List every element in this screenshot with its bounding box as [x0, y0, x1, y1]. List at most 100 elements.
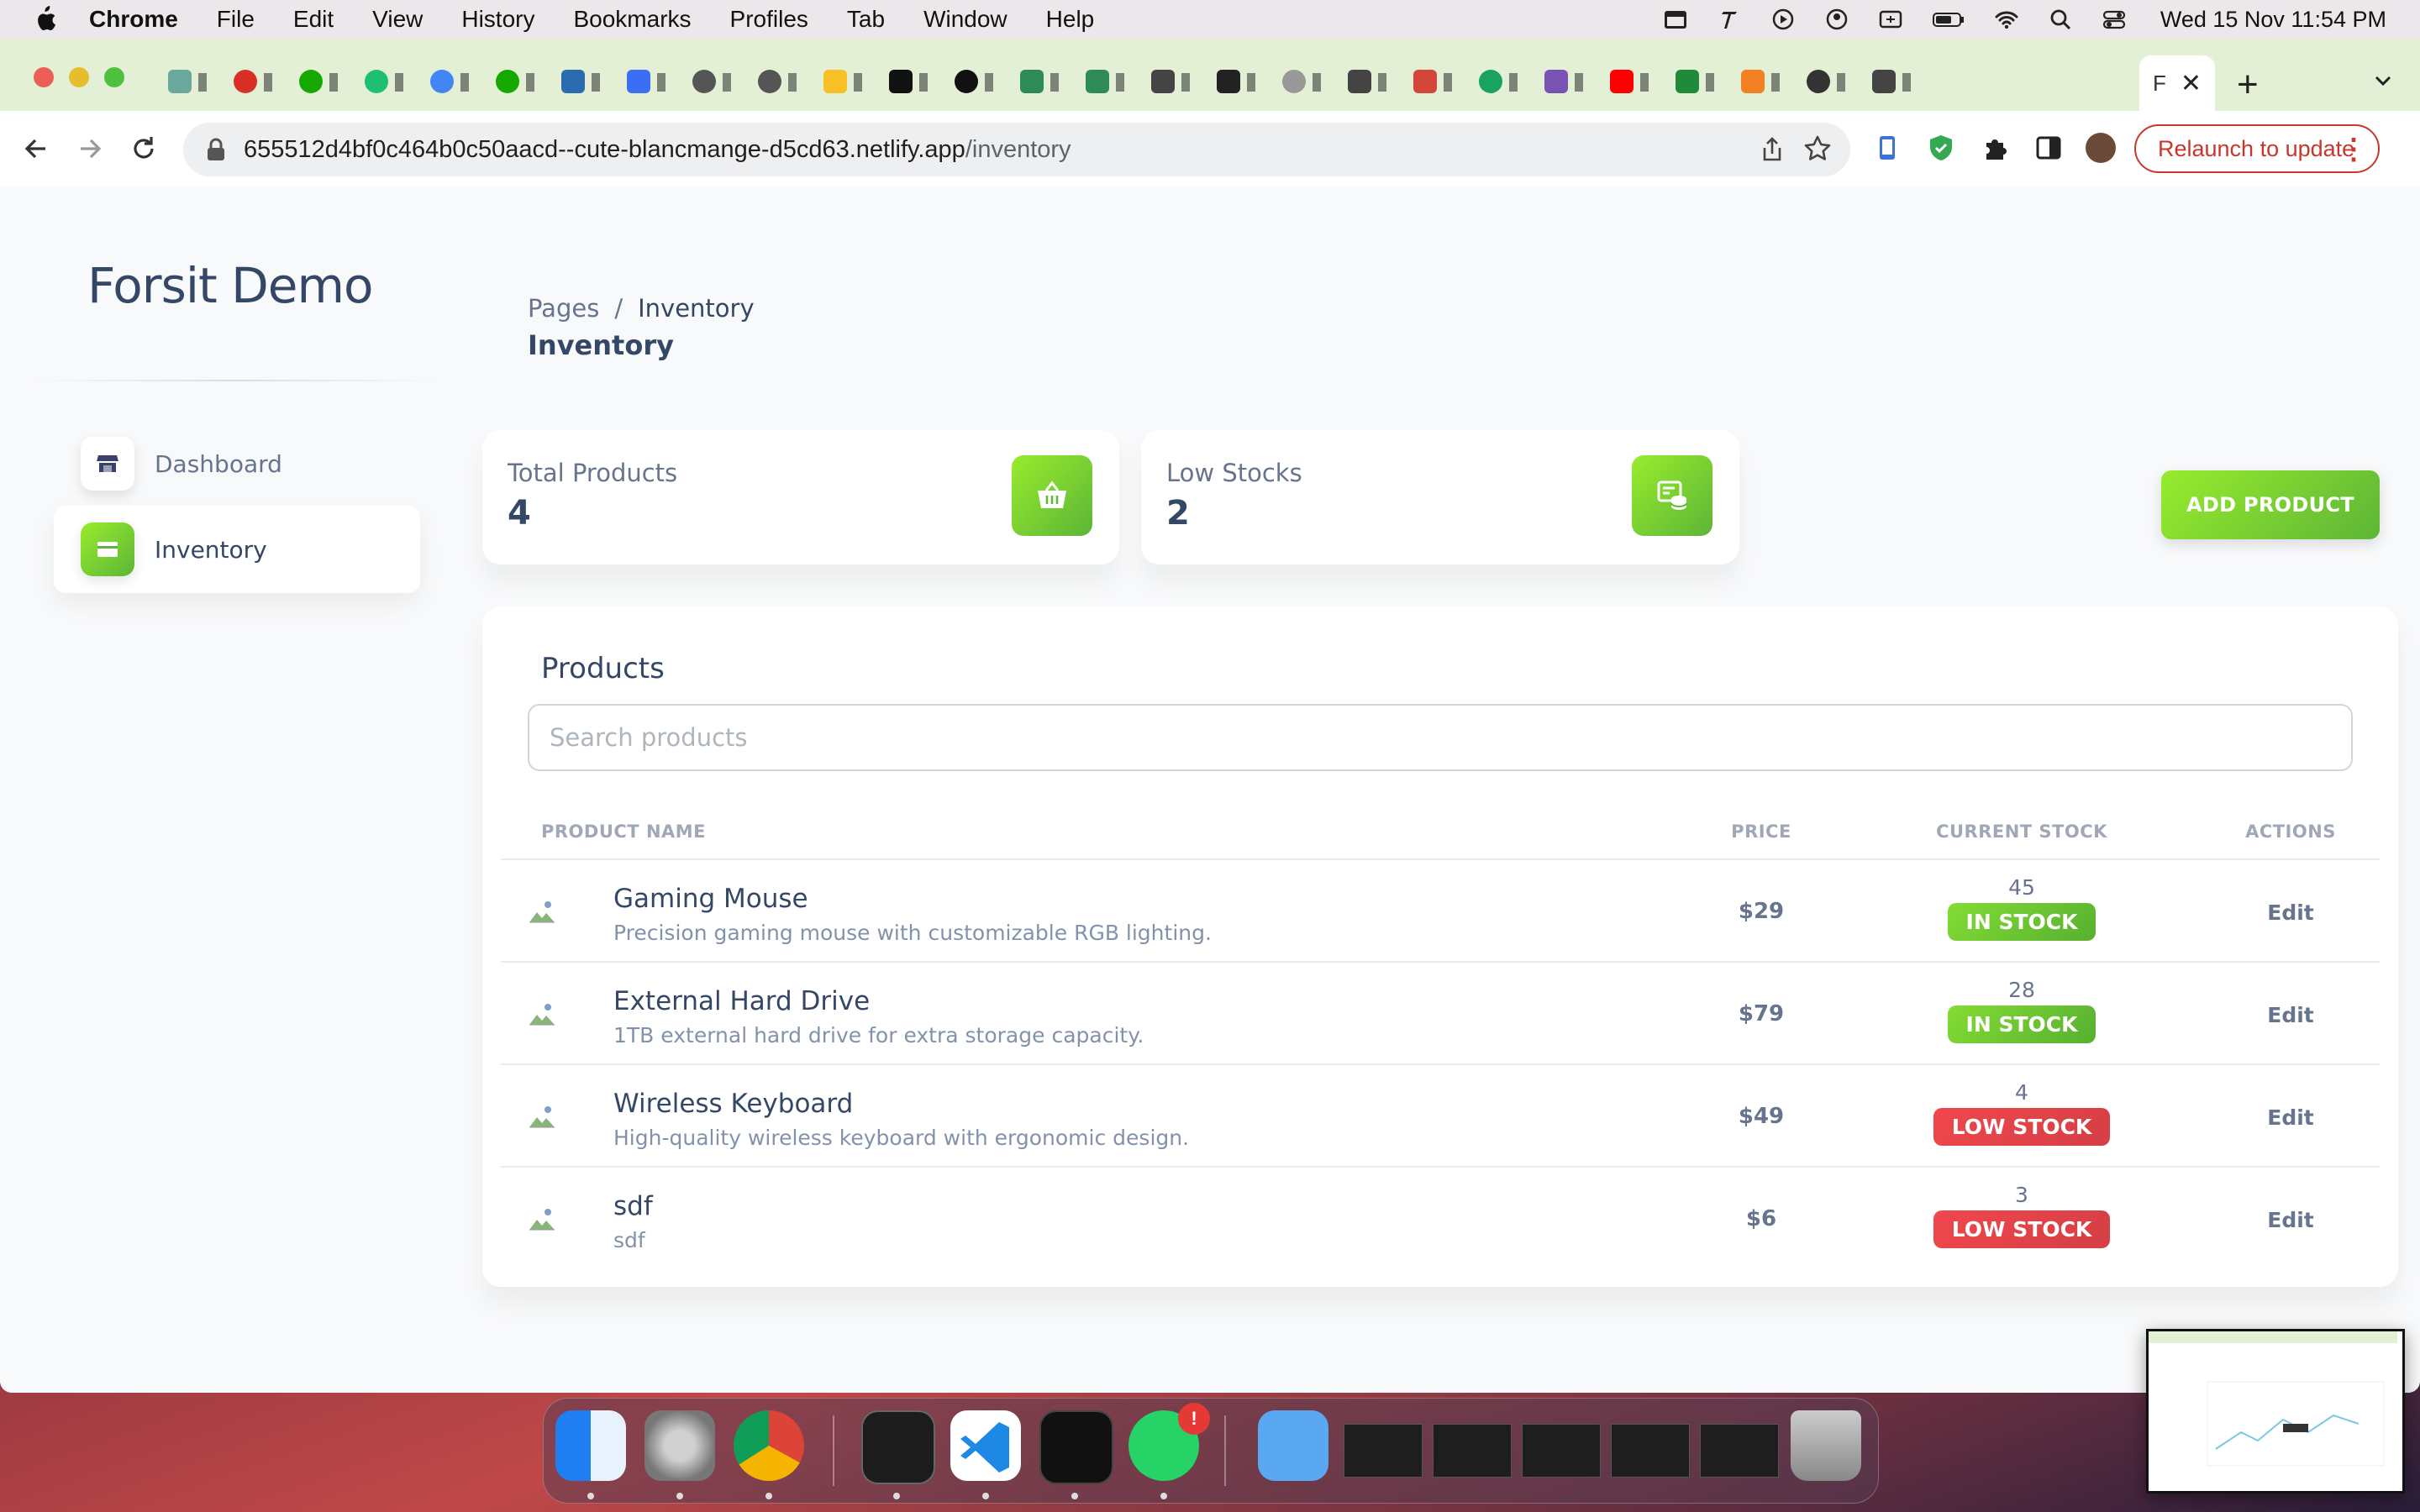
stat-card-total-products: Total Products 4: [482, 430, 1119, 564]
tab-favicon-grid-2[interactable]: [1348, 70, 1386, 93]
tab-active[interactable]: F ✕: [2139, 55, 2215, 111]
extension-phone-icon[interactable]: [1872, 133, 1902, 163]
tab-favicon-play[interactable]: [1479, 70, 1518, 93]
extension-shield-icon[interactable]: [1926, 133, 1956, 163]
screenshot-preview-thumbnail[interactable]: [2146, 1329, 2405, 1494]
stat-label: Low Stocks: [1166, 459, 1302, 487]
share-icon[interactable]: [1760, 136, 1785, 163]
system-settings-icon[interactable]: [644, 1410, 715, 1481]
tab-favicon-r[interactable]: [1676, 70, 1714, 93]
screen-share-icon[interactable]: [1878, 8, 1903, 30]
tab-favicon-house-2[interactable]: [1086, 70, 1124, 93]
play-circle-icon[interactable]: [1770, 8, 1796, 30]
tab-favicon-google[interactable]: [430, 70, 469, 93]
forward-arrow-icon[interactable]: [74, 133, 106, 165]
tab-favicon-grid-3[interactable]: [1872, 70, 1911, 93]
tab-favicon-upwork-2[interactable]: [496, 70, 534, 93]
menu-help[interactable]: Help: [1046, 6, 1095, 33]
relaunch-update-button[interactable]: Relaunch to update ⋮: [2134, 124, 2380, 173]
url-text[interactable]: 655512d4bf0c464b0c50aacd--cute-blancmang…: [244, 136, 1071, 164]
tab-favicon-openai[interactable]: [168, 70, 207, 93]
trash-icon[interactable]: [1791, 1410, 1861, 1481]
tab-favicon-t[interactable]: [889, 70, 928, 93]
column-header-price[interactable]: PRICE: [1677, 822, 1845, 842]
tab-favicon-gmail[interactable]: [1413, 70, 1452, 93]
new-tab-button[interactable]: +: [2237, 64, 2259, 106]
tab-favicon-keep[interactable]: [823, 70, 862, 93]
bookmark-star-icon[interactable]: [1803, 134, 1832, 163]
menubar-clock[interactable]: Wed 15 Nov 11:54 PM: [2160, 7, 2386, 33]
minimized-window-thumbnail[interactable]: [1611, 1424, 1690, 1478]
vscode-icon[interactable]: [950, 1410, 1021, 1481]
apple-icon[interactable]: [32, 5, 57, 34]
back-arrow-icon[interactable]: [20, 133, 52, 165]
menu-window[interactable]: Window: [923, 6, 1007, 33]
sidebar-item-dashboard[interactable]: Dashboard: [54, 420, 420, 507]
menu-bookmarks[interactable]: Bookmarks: [573, 6, 691, 33]
tab-favicon-globe[interactable]: [1282, 70, 1321, 93]
edit-button[interactable]: Edit: [2190, 1105, 2391, 1130]
add-product-button[interactable]: ADD PRODUCT: [2161, 470, 2380, 539]
tab-favicon-site[interactable]: [561, 70, 600, 93]
terminal-icon[interactable]: [861, 1410, 935, 1484]
tab-favicon-bow[interactable]: [1217, 70, 1255, 93]
tab-favicon-youtube[interactable]: [1610, 70, 1649, 93]
minimized-window-thumbnail[interactable]: [1344, 1424, 1423, 1478]
close-tab-icon[interactable]: ✕: [2181, 69, 2202, 98]
battery-icon[interactable]: [1932, 8, 1965, 30]
address-bar[interactable]: 655512d4bf0c464b0c50aacd--cute-blancmang…: [183, 123, 1850, 176]
tab-search-chevron-icon[interactable]: [2370, 67, 2396, 94]
control-center-icon[interactable]: [2102, 8, 2127, 30]
minimized-window-thumbnail[interactable]: [1433, 1424, 1512, 1478]
edit-button[interactable]: Edit: [2190, 900, 2391, 925]
chrome-icon[interactable]: [734, 1410, 804, 1481]
profile-avatar[interactable]: [2086, 133, 2116, 163]
tab-favicon-house[interactable]: [1020, 70, 1059, 93]
close-window-button[interactable]: [34, 67, 54, 87]
edit-button[interactable]: Edit: [2190, 1208, 2391, 1232]
tab-favicon-upwork[interactable]: [299, 70, 338, 93]
user-circle-icon[interactable]: [1824, 8, 1849, 30]
tab-favicon-github[interactable]: [1807, 70, 1845, 93]
iterm-icon[interactable]: [1039, 1410, 1113, 1484]
menu-app-name[interactable]: Chrome: [89, 6, 178, 33]
tab-favicon-grid[interactable]: [1151, 70, 1190, 93]
column-header-current-stock[interactable]: CURRENT STOCK: [1870, 822, 2173, 842]
menu-file[interactable]: File: [217, 6, 255, 33]
menu-view[interactable]: View: [372, 6, 423, 33]
wifi-icon[interactable]: [1994, 8, 2019, 30]
tab-favicon-apple-2[interactable]: [758, 70, 797, 93]
menu-history[interactable]: History: [461, 6, 534, 33]
search-products-input[interactable]: [528, 704, 2353, 771]
more-menu-icon[interactable]: ⋮: [2339, 133, 2368, 166]
tab-favicon-fiverr[interactable]: [365, 70, 403, 93]
minimize-window-button[interactable]: [69, 67, 89, 87]
browser-window: F ✕ + 655512d4bf0c464b0c50aacd--cute-bla…: [0, 39, 2420, 1393]
menu-tab[interactable]: Tab: [847, 6, 885, 33]
tab-favicon-flag[interactable]: [627, 70, 666, 93]
menu-profiles[interactable]: Profiles: [730, 6, 808, 33]
lock-icon[interactable]: [205, 137, 227, 162]
tab-favicon-bootstrap[interactable]: [1544, 70, 1583, 93]
brand-logo-text[interactable]: Forsit Demo: [87, 257, 373, 314]
minimized-window-thumbnail[interactable]: [1700, 1424, 1779, 1478]
typora-icon[interactable]: [1717, 8, 1742, 30]
breadcrumb-parent[interactable]: Pages: [528, 294, 599, 323]
extensions-puzzle-icon[interactable]: [1980, 133, 2010, 163]
sidebar-item-inventory[interactable]: Inventory: [54, 506, 420, 593]
folder-icon[interactable]: [1258, 1410, 1328, 1481]
tab-favicon-alert[interactable]: [234, 70, 272, 93]
calendar-status-icon[interactable]: [1663, 8, 1688, 30]
tab-favicon-stackoverflow[interactable]: [1741, 70, 1780, 93]
reload-icon[interactable]: [128, 133, 160, 165]
column-header-product-name[interactable]: PRODUCT NAME: [541, 822, 706, 842]
menu-edit[interactable]: Edit: [293, 6, 334, 33]
tab-favicon-next[interactable]: [955, 70, 993, 93]
minimized-window-thumbnail[interactable]: [1522, 1424, 1601, 1478]
edit-button[interactable]: Edit: [2190, 1003, 2391, 1027]
spotlight-search-icon[interactable]: [2048, 8, 2073, 30]
zoom-window-button[interactable]: [104, 67, 124, 87]
side-panel-icon[interactable]: [2033, 133, 2064, 163]
finder-icon[interactable]: [555, 1410, 626, 1481]
tab-favicon-apple[interactable]: [692, 70, 731, 93]
